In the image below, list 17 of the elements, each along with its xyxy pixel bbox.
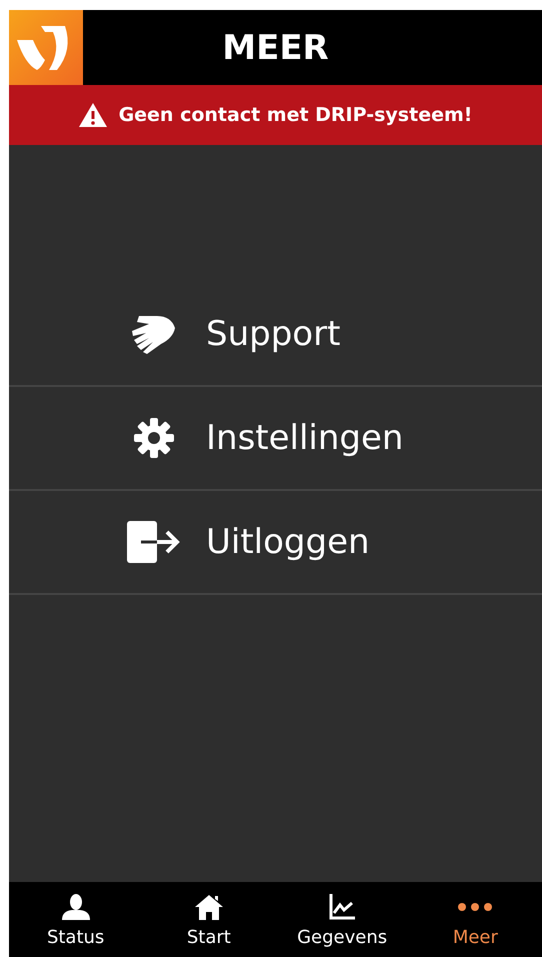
hand-icon <box>131 314 177 354</box>
logout-icon <box>127 521 181 563</box>
chart-icon <box>329 894 356 920</box>
warning-icon <box>78 103 107 127</box>
house-icon <box>194 894 223 920</box>
menu-item[interactable]: Uitloggen <box>9 491 542 595</box>
tab-item[interactable]: Status <box>9 882 142 957</box>
tab-item[interactable]: Start <box>142 882 276 957</box>
tab-item[interactable]: Gegevens <box>276 882 409 957</box>
menu-item[interactable]: Instellingen <box>9 387 542 491</box>
person-icon <box>62 894 90 920</box>
alert-message: Geen contact met DRIP-systeem! <box>118 104 472 126</box>
tab-item[interactable]: Meer <box>408 882 542 957</box>
menu-item[interactable]: Support <box>9 283 542 387</box>
more-dots-icon <box>457 902 494 912</box>
page-title: MEER <box>222 28 329 68</box>
gear-icon <box>133 417 175 459</box>
